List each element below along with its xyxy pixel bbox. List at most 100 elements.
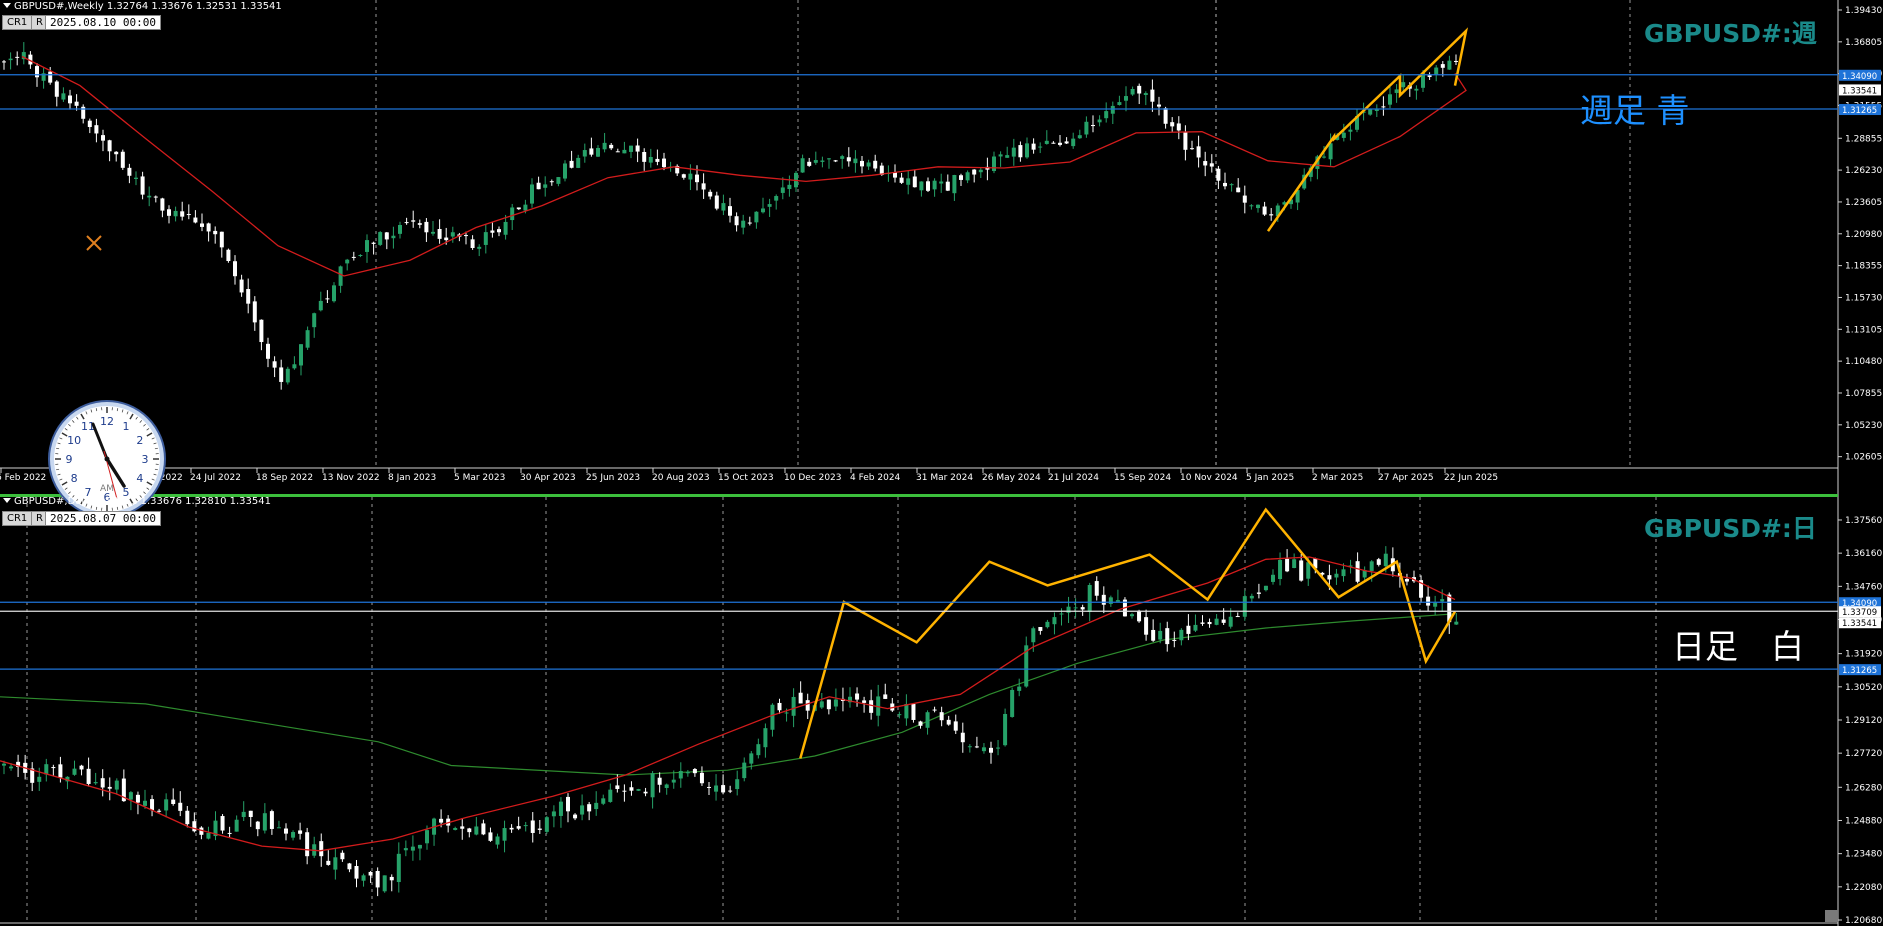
weekly-candle-body [635,145,640,152]
weekly-candle-body [655,158,660,162]
top-x-tick-label: 24 Jul 2022 [190,473,241,483]
daily-candle-body [1271,574,1275,582]
daily-candle-body [305,832,310,857]
weekly-candle-body [523,204,528,211]
weekly-candle-body [1011,147,1016,157]
daily-candle-body [1256,592,1261,594]
scroll-corner-box [1825,910,1838,922]
daily-candle-body [1207,621,1212,625]
daily-candle-body [51,767,56,769]
daily-candle-body [615,785,620,789]
top-date-box[interactable]: 2025.08.10 00:00 [45,15,161,30]
weekly-candle-body [226,249,231,262]
daily-candle-body [1172,639,1177,641]
top-y-tick-label: 1.10480 [1845,357,1882,367]
daily-candle-body [1327,575,1332,580]
weekly-candle-body [681,174,686,178]
daily-candle-body [735,779,740,790]
top-y-tick-label: 1.36805 [1845,38,1882,48]
weekly-candle-body [1091,125,1095,127]
daily-candle-body [904,703,909,719]
weekly-candle-body [299,344,303,366]
daily-candle-body [1003,713,1008,746]
weekly-candle-body [160,198,165,211]
panel-separator [0,494,1838,497]
weekly-candle-body [206,223,211,232]
weekly-candle-body [688,173,693,180]
daily-candle-body [1010,689,1015,717]
daily-candle-body [1221,619,1226,623]
weekly-candle-body [94,125,99,134]
collapse-triangle-icon[interactable] [3,498,11,503]
top-x-tick-label: 6 Feb 2022 [0,473,46,483]
weekly-candle-body [734,216,739,226]
daily-candle-body [1038,627,1043,631]
weekly-candle-body [1394,89,1399,93]
daily-candle-body [1186,625,1191,634]
weekly-candle-body [279,367,284,382]
weekly-candle-body [2,61,6,63]
weekly-candle-body [252,301,257,323]
bottom-y-tick-label: 1.31920 [1845,650,1882,660]
weekly-candle-body [708,191,713,197]
daily-candle-body [474,826,479,835]
weekly-candle-body [695,174,699,183]
daily-candle-body [530,820,535,833]
top-x-tick-label: 8 Jan 2023 [388,473,436,483]
clock-center [104,456,110,462]
weekly-candle-body [173,210,178,217]
clock-number: 12 [100,415,114,428]
weekly-candle-body [1110,105,1115,114]
weekly-candle-body [490,230,495,233]
weekly-candle-body [741,220,746,228]
weekly-candle-body [450,232,455,237]
chart-canvas: 1.394301.368051.341801.315551.288551.262… [0,0,1883,926]
weekly-candle-body [318,300,323,311]
weekly-candle-body [761,208,765,213]
top-tag-cr[interactable]: CR1 [2,15,33,30]
weekly-candle-body [747,222,752,224]
top-y-tick-label: 1.13105 [1845,325,1882,335]
weekly-candle-body [1454,60,1458,62]
daily-candle-body [467,828,472,833]
weekly-candle-body [701,183,706,190]
weekly-candle-body [1104,111,1109,119]
daily-candle-body [220,816,225,831]
daily-candle-body [143,800,147,806]
weekly-candle-body [899,177,904,183]
weekly-candle-body [556,177,561,184]
daily-candle-body [1179,629,1184,641]
weekly-candle-body [1328,143,1333,160]
bottom-y-tick-label: 1.20680 [1845,916,1882,926]
daily-candle-body [960,732,965,743]
weekly-candle-body [1018,145,1023,158]
daily-candle-body [9,766,14,769]
top-x-tick-label: 10 Dec 2023 [784,473,842,483]
bottom-date-box[interactable]: 2025.08.07 00:00 [45,511,161,526]
weekly-candle-body [15,56,20,58]
collapse-triangle-icon[interactable] [3,3,11,8]
daily-candle-body [389,876,394,881]
top-y-tick-label: 1.05230 [1845,421,1882,431]
daily-candle-body [100,778,105,788]
weekly-candle-body [325,298,330,300]
bottom-y-tick-label: 1.27720 [1845,749,1882,759]
weekly-candle-body [332,285,336,302]
bottom-price-box-label: 1.33709 [1842,608,1877,618]
daily-candle-body [234,819,239,832]
weekly-candle-body [543,184,548,188]
weekly-candle-body [833,160,838,162]
daily-candle-body [157,810,162,812]
top-x-tick-label: 2 Mar 2025 [1312,473,1363,483]
weekly-candle-body [589,148,594,155]
top-x-tick-label: 15 Oct 2023 [718,473,774,483]
weekly-candle-body [404,222,409,224]
daily-candle-body [996,747,1001,749]
daily-candle-body [93,782,98,784]
weekly-candle-body [662,158,666,168]
weekly-candle-body [272,361,277,368]
weekly-candle-body [992,156,996,172]
bottom-tag-cr[interactable]: CR1 [2,511,33,526]
weekly-candle-body [813,160,818,163]
daily-candle-body [1306,562,1311,579]
